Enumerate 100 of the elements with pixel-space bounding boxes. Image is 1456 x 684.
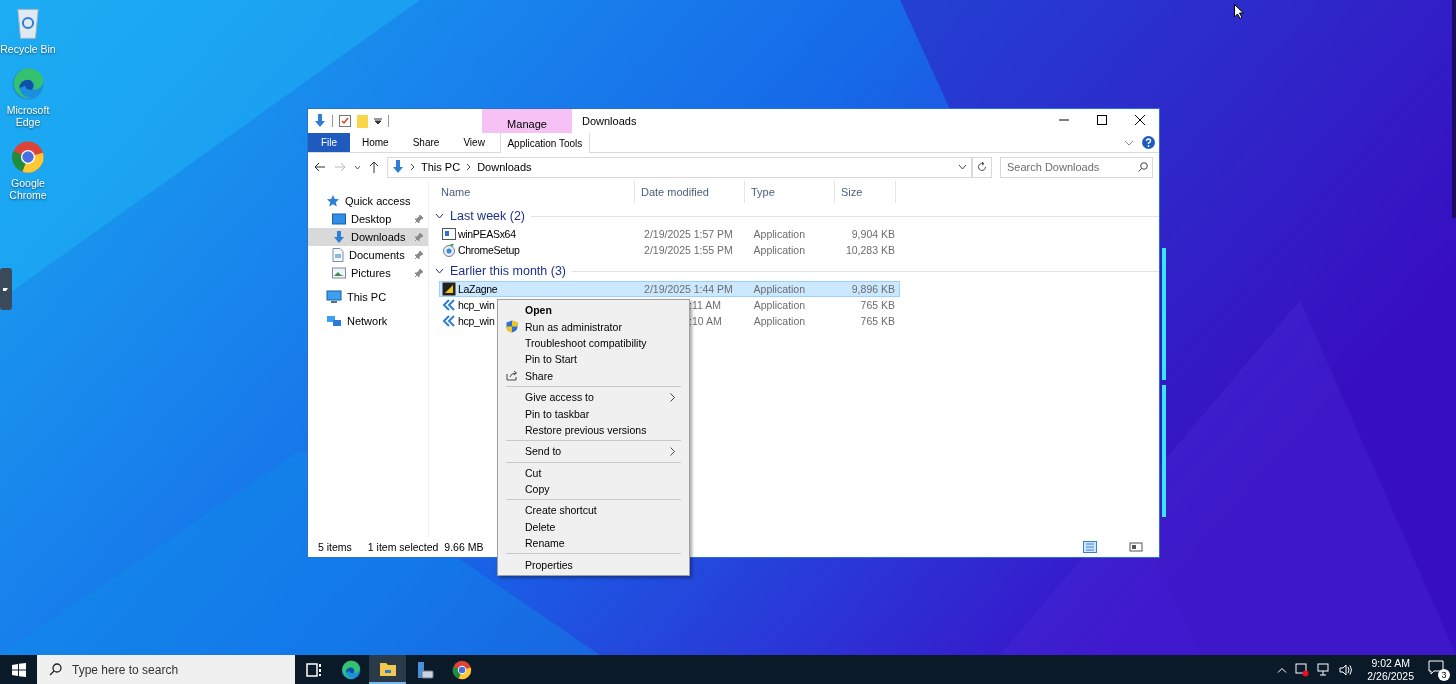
date-modified: :10 AM	[689, 315, 722, 327]
monitor-icon	[326, 290, 342, 304]
chevrons-icon	[442, 315, 456, 327]
file-size: 765 KB	[860, 315, 895, 327]
menu-item[interactable]: Open	[500, 302, 687, 319]
menu-item[interactable]: Troubleshoot compatibility	[500, 334, 687, 352]
date-modified: 2/19/2025 1:44 PM	[644, 283, 733, 295]
group-header[interactable]: Last week (2)	[450, 209, 526, 223]
menu-item[interactable]: Create shortcut	[500, 502, 687, 519]
file-row[interactable]: LaZagne 2/19/2025 1:44 PM Application 9,896 KB	[439, 281, 900, 297]
windows-start-icon[interactable]	[11, 662, 26, 677]
dropdown-icon[interactable]	[958, 164, 967, 170]
chrome-icon[interactable]	[11, 140, 45, 174]
search-field[interactable]: Search Downloads	[1000, 156, 1153, 178]
menu-item[interactable]: Copy	[500, 480, 687, 498]
dropdown-icon[interactable]	[374, 117, 382, 125]
file-name[interactable]: ChromeSetup	[458, 244, 520, 256]
nav-item[interactable]: Downloads	[308, 228, 428, 246]
close-icon[interactable]	[1135, 115, 1145, 125]
file-name[interactable]: hcp_win	[458, 315, 495, 327]
file-type: Application	[753, 315, 806, 327]
collapse-icon[interactable]	[435, 213, 444, 219]
menu-item[interactable]: Send to	[500, 443, 687, 460]
ribbon-tab[interactable]: Share	[400, 133, 452, 152]
date-modified: 2/19/2025 1:55 PM	[644, 244, 733, 256]
message-icon	[1428, 659, 1444, 675]
picture-icon	[332, 267, 346, 279]
back-icon[interactable]	[314, 162, 326, 172]
up-icon[interactable]	[369, 161, 379, 173]
pin-icon[interactable]	[414, 268, 424, 278]
menu-item[interactable]: Pin to taskbar	[500, 405, 687, 422]
refresh-icon	[977, 162, 987, 172]
taskbar-app-button[interactable]	[369, 655, 406, 684]
help-icon[interactable]	[1142, 136, 1155, 149]
menu-item[interactable]: Restore previous versions	[500, 421, 687, 439]
notifications-button[interactable]: 3	[1428, 659, 1448, 680]
nav-item[interactable]: Quick access	[308, 192, 428, 210]
search-icon	[1138, 162, 1148, 172]
status-alert-icon[interactable]	[1295, 662, 1310, 677]
large-icons-view-icon[interactable]	[1129, 541, 1143, 553]
nav-item[interactable]: This PC	[308, 288, 428, 306]
pin-icon[interactable]	[414, 214, 424, 224]
chevron-icon	[410, 163, 415, 171]
file-type: Application	[753, 244, 805, 256]
file-size: 765 KB	[860, 299, 895, 311]
file-type: Application	[753, 299, 806, 311]
caret-up-icon[interactable]	[1277, 666, 1288, 673]
taskbar-search-field[interactable]: Type here to search	[37, 655, 295, 684]
group-header[interactable]: Earlier this month (3)	[450, 264, 566, 278]
submenu-chevron-icon	[670, 392, 675, 402]
down-arrow-icon[interactable]	[314, 114, 326, 128]
app-icon	[442, 282, 456, 296]
file-name[interactable]: LaZagne	[458, 283, 498, 295]
details-view-icon[interactable]	[1083, 541, 1097, 553]
expand-ribbon-icon[interactable]	[1124, 139, 1134, 146]
column-header[interactable]: Name	[435, 181, 635, 203]
file-size: 9,904 KB	[851, 228, 895, 240]
pin-icon[interactable]	[414, 250, 424, 260]
menu-item[interactable]: Pin to Start	[500, 351, 687, 368]
nav-item[interactable]: Desktop	[308, 210, 428, 228]
side-handle[interactable]	[0, 268, 12, 310]
menu-item[interactable]: Run as administrator	[500, 318, 687, 335]
menu-item[interactable]: Properties	[500, 556, 687, 573]
ribbon-tab[interactable]: Home	[350, 133, 401, 152]
recent-dropdown-icon[interactable]	[354, 164, 361, 170]
address-bar[interactable]: This PC Downloads	[387, 156, 972, 178]
file-size: 9,896 KB	[851, 283, 895, 295]
ribbon-tab[interactable]: Application Tools	[499, 133, 590, 153]
file-row[interactable]: ChromeSetup 2/19/2025 1:55 PM Application 10,283 KB	[439, 242, 900, 258]
ribbon-tab[interactable]: File	[308, 133, 350, 152]
menu-item[interactable]: Share	[500, 367, 687, 384]
menu-item[interactable]: Rename	[500, 535, 687, 552]
chevrons-icon	[442, 299, 456, 311]
breadcrumb-item[interactable]: This PC	[421, 161, 461, 173]
nav-item[interactable]: Pictures	[308, 264, 428, 282]
network-icon[interactable]	[1317, 663, 1332, 676]
ribbon-tab[interactable]: View	[451, 133, 497, 152]
file-row[interactable]: winPEASx64 2/19/2025 1:57 PM Application 9,904 KB	[439, 226, 900, 242]
column-header[interactable]: Date modified	[635, 181, 745, 203]
file-name[interactable]: hcp_win	[458, 299, 495, 311]
menu-item[interactable]: Cut	[500, 464, 687, 481]
edge-icon	[340, 659, 361, 680]
volume-icon[interactable]	[1339, 663, 1354, 676]
refresh-button[interactable]	[972, 156, 992, 178]
column-header[interactable]: Size	[835, 181, 896, 203]
file-name[interactable]: winPEASx64	[458, 228, 516, 240]
clock[interactable]: 9:02 AM 2/26/2025	[1361, 656, 1420, 683]
search-icon	[49, 663, 62, 676]
nav-item[interactable]: Documents	[308, 246, 428, 264]
menu-item[interactable]: Delete	[500, 518, 687, 536]
nav-item[interactable]: Network	[308, 312, 428, 330]
collapse-icon[interactable]	[435, 268, 444, 274]
edge-icon[interactable]	[11, 67, 45, 101]
shield-icon	[506, 320, 518, 334]
breadcrumb-item[interactable]: Downloads	[477, 161, 532, 173]
file-size: 10,283 KB	[845, 244, 895, 256]
column-header[interactable]: Type	[745, 181, 835, 203]
menu-item[interactable]: Give access to	[500, 388, 687, 406]
maximize-icon[interactable]	[1097, 115, 1107, 125]
window-title: Downloads	[581, 114, 638, 129]
